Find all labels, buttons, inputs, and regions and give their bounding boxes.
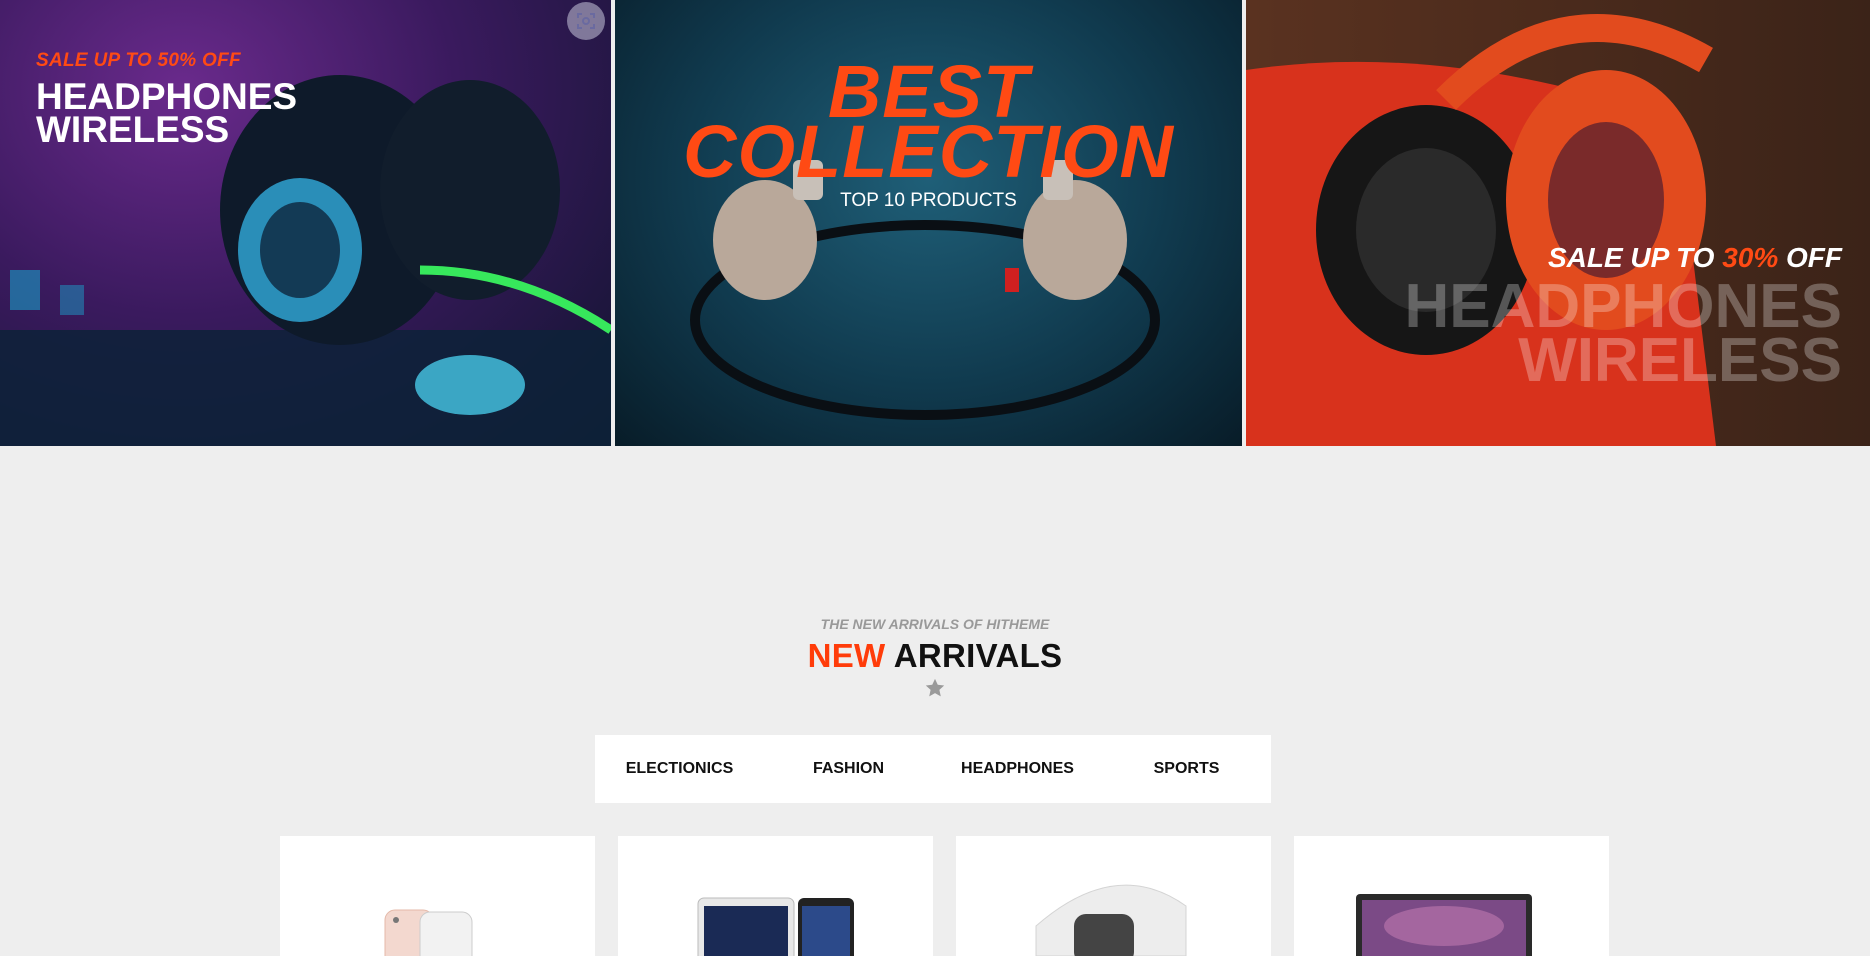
laptop-product-icon: [1356, 894, 1532, 956]
banner-title: HEADPHONES WIRELESS: [36, 78, 297, 150]
banner-ghost-line: WIRELESS: [1518, 326, 1842, 395]
banner-kicker: SALE UP TO 30% OFF: [1404, 242, 1842, 274]
section-eyebrow: THE NEW ARRIVALS OF HITHEME: [820, 616, 1050, 632]
banner-best-collection[interactable]: BEST COLLECTION TOP 10 PRODUCTS: [615, 0, 1242, 446]
scan-icon: [577, 13, 595, 29]
banner-kicker-text: SALE UP TO: [1547, 242, 1723, 273]
banner-ghost-title: HEADPHONES WIRELESS: [1404, 276, 1842, 395]
new-arrivals-header: THE NEW ARRIVALS OF HITHEME NEW ARRIVALS: [0, 616, 1870, 704]
product-card[interactable]: [1294, 836, 1609, 956]
product-card[interactable]: [618, 836, 933, 956]
banner-kicker: SALE UP TO 50% OFF: [36, 50, 241, 71]
product-card[interactable]: [280, 836, 595, 956]
banner-row: SALE UP TO 50% OFF HEADPHONES WIRELESS B…: [0, 0, 1870, 446]
banner-kicker-accent: 30%: [1722, 242, 1779, 273]
product-card[interactable]: [956, 836, 1271, 956]
phone-product-icon: [384, 909, 473, 956]
tab-electronics[interactable]: ELECTIONICS: [595, 760, 764, 778]
visual-search-button[interactable]: [567, 2, 605, 40]
banner-title-line: WIRELESS: [36, 109, 230, 150]
section-title-accent: NEW: [807, 637, 886, 674]
category-tabs: ELECTIONICS FASHION HEADPHONES SPORTS: [595, 735, 1271, 803]
tab-sports[interactable]: SPORTS: [1102, 760, 1271, 778]
banner-kicker-text: OFF: [1778, 242, 1842, 273]
tab-headphones[interactable]: HEADPHONES: [933, 760, 1102, 778]
banner-title: BEST COLLECTION: [615, 55, 1242, 193]
banner-subtitle: TOP 10 PRODUCTS: [840, 190, 1017, 211]
watch-product-icon: [1035, 884, 1187, 956]
section-title: NEW ARRIVALS: [0, 637, 1870, 675]
star-icon: [924, 677, 946, 704]
banner-title-line: COLLECTION: [683, 110, 1174, 193]
banner-headphones-sale[interactable]: SALE UP TO 50% OFF HEADPHONES WIRELESS: [0, 0, 611, 446]
banner-headphones-sale-30[interactable]: SALE UP TO 30% OFF HEADPHONES WIRELESS: [1246, 0, 1870, 446]
tab-fashion[interactable]: FASHION: [764, 760, 933, 778]
tablet-product-icon: [697, 897, 854, 956]
section-title-rest: ARRIVALS: [885, 637, 1063, 674]
